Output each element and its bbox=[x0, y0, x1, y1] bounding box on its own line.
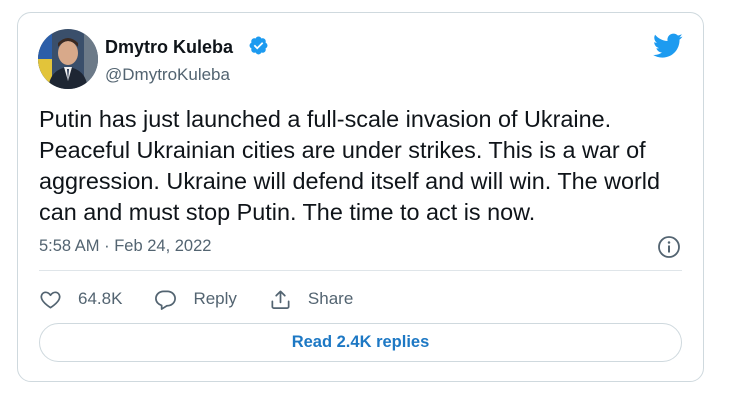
info-icon[interactable] bbox=[657, 235, 681, 259]
share-label: Share bbox=[307, 289, 354, 308]
reply-label: Reply bbox=[193, 289, 237, 308]
author-handle[interactable]: @DmytroKuleba bbox=[105, 65, 230, 85]
share-button[interactable]: Share bbox=[269, 288, 353, 311]
like-button[interactable]: 64.8K bbox=[39, 288, 122, 311]
share-icon bbox=[271, 289, 290, 309]
twitter-bird-icon[interactable] bbox=[653, 33, 683, 59]
heart-icon bbox=[40, 290, 61, 309]
avatar[interactable] bbox=[38, 29, 98, 89]
divider bbox=[39, 270, 682, 271]
reply-button[interactable]: Reply bbox=[154, 288, 237, 311]
avatar-image bbox=[38, 29, 98, 89]
author-display-name[interactable]: Dmytro Kuleba bbox=[105, 37, 233, 58]
like-count: 64.8K bbox=[78, 289, 123, 308]
tweet-card[interactable]: Dmytro Kuleba @DmytroKuleba Putin has ju… bbox=[17, 12, 704, 382]
reply-bubble-icon bbox=[155, 289, 177, 310]
tweet-timestamp[interactable]: 5:58 AM · Feb 24, 2022 bbox=[39, 237, 211, 256]
read-replies-button[interactable]: Read 2.4K replies bbox=[39, 323, 682, 362]
tweet-text: Putin has just launched a full-scale inv… bbox=[39, 106, 661, 225]
verified-badge-icon bbox=[249, 36, 268, 55]
tweet-actions: 64.8K Reply Share bbox=[39, 285, 353, 313]
